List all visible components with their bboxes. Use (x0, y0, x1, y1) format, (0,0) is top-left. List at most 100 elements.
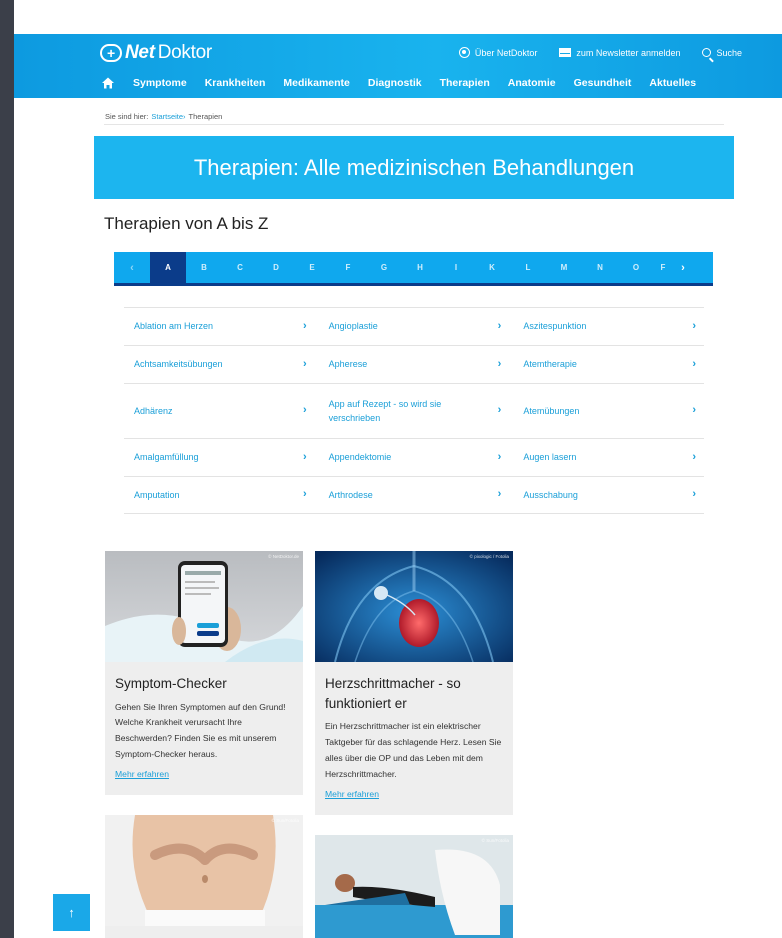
read-more-link[interactable]: Mehr erfahren (325, 789, 503, 799)
therapy-link[interactable]: Angioplastie › (319, 308, 510, 345)
nav-item-medikamente[interactable]: Medikamente (283, 77, 350, 89)
nav-item-krankheiten[interactable]: Krankheiten (205, 77, 266, 89)
mail-icon (559, 48, 572, 57)
phone-hand-image: © NetDoktor.de (105, 551, 303, 662)
alphabet-letter-e[interactable]: E (294, 252, 330, 283)
alphabet-prev-button[interactable]: ‹ (114, 252, 150, 283)
main-content: Sie sind hier: Startseite› Therapien The… (94, 98, 734, 938)
newsletter-link-label: zum Newsletter anmelden (576, 47, 681, 58)
newsletter-link[interactable]: zum Newsletter anmelden (559, 47, 680, 58)
alphabet-letter-b[interactable]: B (186, 252, 222, 283)
chevron-right-icon: › (692, 488, 697, 501)
therapy-link[interactable]: Apherese › (319, 346, 510, 383)
therapy-link[interactable]: Ausschabung › (513, 477, 704, 513)
therapy-link[interactable]: Amputation › (124, 477, 315, 513)
chevron-right-icon: › (497, 357, 502, 370)
alphabet-next-button[interactable]: › (672, 252, 694, 283)
nav-item-diagnostik[interactable]: Diagnostik (368, 77, 422, 89)
alphabet-letter-m[interactable]: M (546, 252, 582, 283)
chevron-right-icon: › (692, 404, 697, 417)
search-icon (702, 48, 712, 57)
chevron-right-icon: › (692, 319, 697, 332)
main-nav: Symptome Krankheiten Medikamente Diagnos… (102, 77, 714, 89)
chevron-right-icon: › (497, 450, 502, 463)
breadcrumb-home-link[interactable]: Startseite› (151, 112, 185, 121)
chevron-right-icon: › (692, 450, 697, 463)
chevron-right-icon: › (497, 488, 502, 501)
breadcrumb-home-label: Startseite (151, 112, 184, 121)
alphabet-letter-l[interactable]: L (510, 252, 546, 283)
therapy-label: Ablation am Herzen (134, 321, 214, 332)
nav-item-gesundheit[interactable]: Gesundheit (574, 77, 632, 89)
therapy-label: Apherese (328, 359, 368, 370)
nav-item-anatomie[interactable]: Anatomie (508, 77, 556, 89)
logo-plus-icon: + (100, 44, 122, 62)
alphabet-letter-p[interactable]: F (654, 252, 672, 283)
breadcrumb: Sie sind hier: Startseite› Therapien (105, 112, 222, 121)
about-link-label: Über NetDoktor (474, 47, 538, 58)
therapy-link[interactable]: Achtsamkeitsübungen › (124, 346, 315, 383)
alphabet-letter-c[interactable]: C (222, 252, 258, 283)
chevron-right-icon: › (303, 488, 307, 501)
nav-item-symptome[interactable]: Symptome (133, 77, 187, 89)
nav-item-aktuelles[interactable]: Aktuelles (649, 77, 696, 89)
chevron-right-icon: › (497, 404, 502, 417)
alphabet-letter-i[interactable]: I (438, 252, 474, 283)
therapy-label: Aszitespunktion (523, 321, 587, 332)
alphabet-letter-a[interactable]: A (150, 252, 186, 283)
teaser-card-treatment[interactable]: © Sun/Fotolia (315, 835, 513, 938)
breadcrumb-current: Therapien (188, 112, 223, 121)
chevron-right-icon: › (303, 357, 307, 370)
therapy-link[interactable]: Augen lasern › (513, 439, 704, 476)
therapy-link[interactable]: Ablation am Herzen › (124, 308, 315, 345)
image-credit: © pixologic / Fotolia (469, 554, 509, 559)
alphabet-letter-d[interactable]: D (258, 252, 294, 283)
teaser-card-abdomen[interactable]: © Sun/Fotolia (105, 815, 303, 938)
treatment-image: © Sun/Fotolia (315, 835, 513, 938)
breadcrumb-separator: › (183, 112, 186, 121)
alphabet-letter-n[interactable]: N (582, 252, 618, 283)
back-to-top-button[interactable]: ↑ (53, 894, 90, 931)
chevron-right-icon: › (692, 357, 697, 370)
alphabet-letter-h[interactable]: H (402, 252, 438, 283)
chevron-right-icon: › (303, 404, 307, 417)
site-header: + Net Doktor Über NetDoktor zum Newslette… (14, 34, 782, 98)
therapies-row: Adhärenz › App auf Rezept - so wird sie v… (124, 383, 704, 438)
alphabet-letter-k[interactable]: K (474, 252, 510, 283)
alphabet-letter-o[interactable]: O (618, 252, 654, 283)
therapy-link[interactable]: Amalgamfüllung › (124, 439, 315, 476)
alphabet-letter-g[interactable]: G (366, 252, 402, 283)
therapy-link[interactable]: Aszitespunktion › (513, 308, 704, 345)
therapy-link[interactable]: Atemtherapie › (513, 346, 704, 383)
hero-banner: Therapien: Alle medizinischen Behandlung… (94, 136, 734, 199)
card-text: Gehen Sie Ihren Symptomen auf den Grund!… (115, 701, 286, 760)
alphabet-letter-f[interactable]: F (330, 252, 366, 283)
nav-item-therapien[interactable]: Therapien (440, 77, 490, 89)
alphabet-nav: ‹ A B C D E F G H I K L M N O F › (114, 252, 713, 286)
about-link[interactable]: Über NetDoktor (458, 47, 538, 58)
search-link[interactable]: Suche (702, 47, 742, 58)
breadcrumb-prefix: Sie sind hier: (105, 112, 149, 121)
therapy-link[interactable]: Appendektomie › (319, 439, 510, 476)
therapy-label: Adhärenz (134, 405, 173, 416)
page-title: Therapien: Alle medizinischen Behandlung… (193, 154, 635, 180)
therapy-label: Ausschabung (523, 489, 578, 500)
read-more-link[interactable]: Mehr erfahren (115, 769, 293, 779)
therapy-label: Appendektomie (328, 452, 392, 463)
home-icon[interactable] (102, 77, 114, 89)
card-title: Herzschrittmacher - so funktioniert er (325, 676, 461, 711)
therapy-label: Arthrodese (328, 489, 373, 500)
teaser-card-herzschrittmacher[interactable]: © pixologic / Fotolia Herzschrittmacher … (315, 551, 513, 815)
therapy-link[interactable]: Atemübungen › (513, 384, 704, 438)
therapy-label: Achtsamkeitsübungen (134, 359, 223, 370)
therapy-link[interactable]: App auf Rezept - so wird sie verschriebe… (319, 384, 510, 438)
heart-xray-image: © pixologic / Fotolia (315, 551, 513, 662)
therapy-link[interactable]: Adhärenz › (124, 384, 315, 438)
therapy-link[interactable]: Arthrodese › (319, 477, 510, 513)
breadcrumb-divider (104, 124, 724, 125)
teaser-card-symptom-checker[interactable]: © NetDoktor.de Symptom-Checker Gehen Sie… (105, 551, 303, 795)
chevron-right-icon: › (303, 450, 307, 463)
card-text: Ein Herzschrittmacher ist ein elektrisch… (325, 721, 502, 779)
image-credit: © NetDoktor.de (268, 554, 299, 559)
netdoktor-logo[interactable]: + Net Doktor (100, 42, 212, 64)
